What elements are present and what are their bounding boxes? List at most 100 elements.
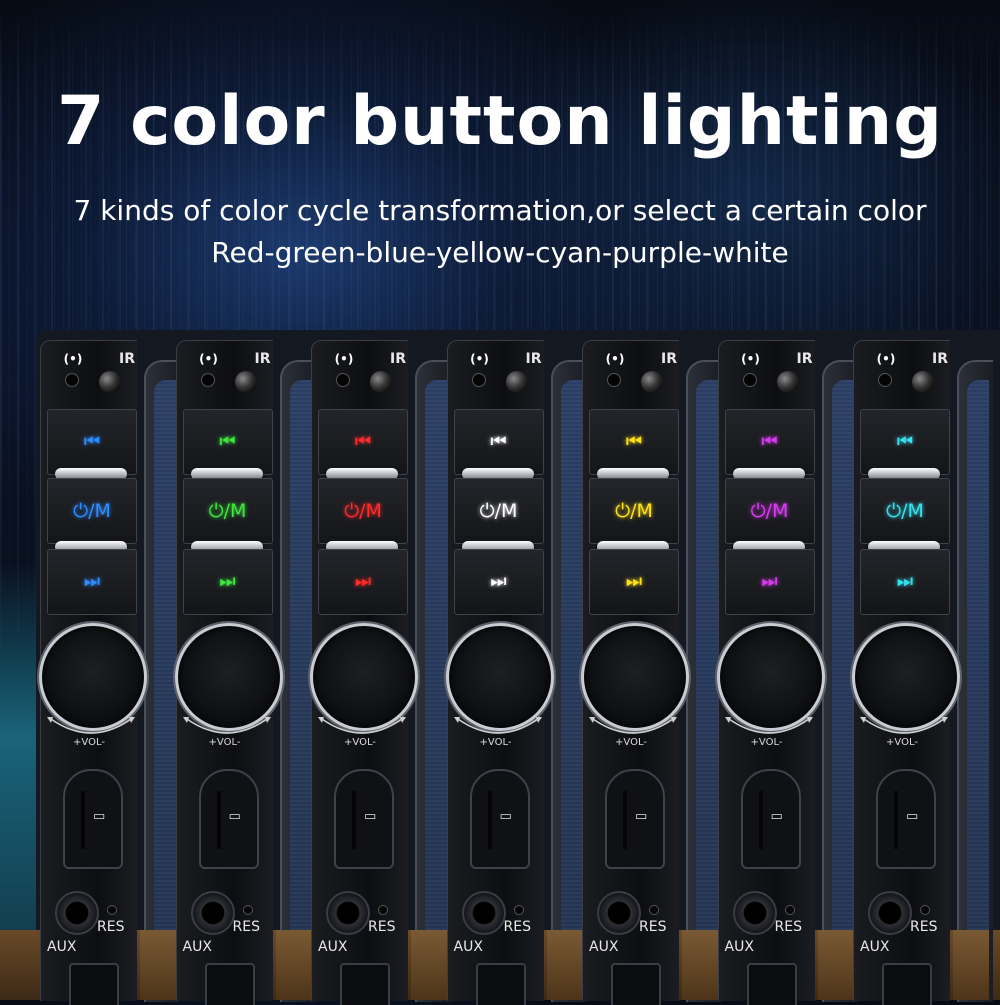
headline-subtitle: 7 kinds of color cycle transformation,or…: [73, 194, 927, 227]
aux-input-jack[interactable]: [868, 891, 912, 935]
panel-bezel: (•) IR ⏮ ⏻/M ⏭ +VOL- ▭ RES AUX: [581, 340, 689, 1005]
previous-track-icon: ⏮: [625, 431, 643, 452]
reset-button[interactable]: [649, 905, 659, 915]
next-track-button[interactable]: ⏭: [589, 549, 679, 615]
usb-port[interactable]: [69, 963, 119, 1005]
speaker-grille: [154, 380, 176, 970]
sd-card-slot[interactable]: ▭: [198, 769, 259, 869]
sd-card-slot[interactable]: ▭: [876, 769, 936, 869]
speaker-grille: [696, 380, 718, 970]
panel-bezel: (•) IR ⏮ ⏻/M ⏭ +VOL- ▭ RES AUX: [39, 340, 147, 1005]
reset-button[interactable]: [920, 905, 930, 915]
previous-track-button[interactable]: ⏮: [589, 409, 679, 475]
reset-label: RES: [232, 919, 260, 935]
power-mode-label: ⏻/M: [208, 500, 247, 522]
power-mode-label: ⏻/M: [750, 500, 789, 522]
usb-port[interactable]: [882, 963, 932, 1005]
next-track-icon: ⏭: [83, 571, 101, 592]
aux-input-jack[interactable]: [597, 891, 641, 935]
control-panel: (•) IR ⏮ ⏻/M ⏭ +VOL- ▭ RES AUX: [852, 340, 993, 1005]
sd-slot-opening: [758, 791, 763, 849]
sd-slot-opening: [81, 791, 85, 849]
control-panel: (•) IR ⏮ ⏻/M ⏭ +VOL- ▭ RES AUX: [174, 340, 316, 1005]
previous-track-button[interactable]: ⏮: [724, 409, 815, 475]
next-track-button[interactable]: ⏭: [47, 549, 137, 615]
color-sequence: Red-green-blue-yellow-cyan-purple-white: [211, 236, 789, 269]
next-track-button[interactable]: ⏭: [182, 549, 273, 615]
usb-port[interactable]: [475, 963, 526, 1005]
indicator-led: [878, 373, 892, 387]
wood-base: [275, 930, 312, 1000]
signal-icon: (•): [876, 352, 896, 366]
wood-base: [546, 930, 583, 1000]
sd-card-slot[interactable]: ▭: [605, 769, 665, 869]
sd-card-icon: ▭: [93, 809, 106, 824]
wood-base: [411, 930, 447, 1000]
next-track-icon: ⏭: [490, 571, 507, 592]
next-track-button[interactable]: ⏭: [860, 549, 950, 615]
next-track-button[interactable]: ⏭: [453, 549, 544, 615]
signal-icon: (•): [605, 352, 625, 366]
reset-button[interactable]: [378, 905, 388, 915]
reset-label: RES: [910, 919, 938, 935]
previous-track-button[interactable]: ⏮: [47, 409, 137, 475]
panel-bezel: (•) IR ⏮ ⏻/M ⏭ +VOL- ▭ RES AUX: [174, 340, 283, 1005]
power-mode-button[interactable]: ⏻/M: [860, 478, 950, 544]
previous-track-icon: ⏮: [490, 431, 507, 452]
indicator-led: [471, 373, 486, 387]
usb-port[interactable]: [340, 963, 390, 1005]
previous-track-button[interactable]: ⏮: [318, 409, 408, 475]
sd-card-slot[interactable]: ▭: [740, 769, 801, 869]
next-track-icon: ⏭: [219, 571, 236, 592]
sd-card-slot[interactable]: ▭: [469, 769, 530, 869]
sd-slot-opening: [216, 791, 221, 849]
sd-card-icon: ▭: [770, 809, 783, 824]
wood-base: [140, 930, 176, 1000]
reset-button[interactable]: [784, 905, 795, 915]
aux-label: AUX: [182, 939, 212, 955]
power-mode-button[interactable]: ⏻/M: [182, 478, 273, 544]
previous-track-button[interactable]: ⏮: [182, 409, 273, 475]
volume-label: +VOL-: [615, 737, 647, 748]
sd-card-slot[interactable]: ▭: [334, 769, 394, 869]
ir-sensor: [370, 371, 392, 393]
reset-button[interactable]: [242, 905, 253, 915]
power-mode-button[interactable]: ⏻/M: [47, 478, 137, 544]
reset-label: RES: [774, 919, 802, 935]
next-track-button[interactable]: ⏭: [724, 549, 815, 615]
panel-bezel: (•) IR ⏮ ⏻/M ⏭ +VOL- ▭ RES AUX: [716, 340, 825, 1005]
power-mode-button[interactable]: ⏻/M: [318, 478, 408, 544]
power-mode-label: ⏻/M: [886, 500, 924, 522]
aux-input-jack[interactable]: [326, 891, 370, 935]
speaker-grille: [831, 380, 854, 970]
indicator-led: [607, 373, 621, 387]
previous-track-button[interactable]: ⏮: [860, 409, 950, 475]
sd-slot-opening: [623, 791, 627, 849]
speaker-grille: [560, 380, 583, 970]
power-mode-label: ⏻/M: [615, 500, 653, 522]
next-track-button[interactable]: ⏭: [318, 549, 408, 615]
reset-button[interactable]: [107, 905, 117, 915]
sd-card-slot[interactable]: ▭: [63, 769, 123, 869]
power-mode-button[interactable]: ⏻/M: [589, 478, 679, 544]
power-mode-button[interactable]: ⏻/M: [453, 478, 544, 544]
usb-port[interactable]: [204, 963, 255, 1005]
control-panel: (•) IR ⏮ ⏻/M ⏭ +VOL- ▭ RES AUX: [716, 340, 858, 1005]
usb-port[interactable]: [611, 963, 661, 1005]
aux-label: AUX: [453, 939, 483, 955]
aux-input-jack[interactable]: [190, 891, 235, 935]
wood-base: [817, 930, 854, 1000]
power-mode-label: ⏻/M: [479, 500, 518, 522]
power-mode-button[interactable]: ⏻/M: [724, 478, 815, 544]
sd-slot-opening: [352, 791, 356, 849]
aux-input-jack[interactable]: [55, 891, 99, 935]
reset-button[interactable]: [513, 905, 524, 915]
previous-track-button[interactable]: ⏮: [453, 409, 544, 475]
aux-input-jack[interactable]: [732, 891, 777, 935]
speaker-grille: [425, 380, 447, 970]
usb-port[interactable]: [746, 963, 797, 1005]
control-panel: (•) IR ⏮ ⏻/M ⏭ +VOL- ▭ RES AUX: [445, 340, 587, 1005]
aux-input-jack[interactable]: [461, 891, 506, 935]
ir-sensor: [776, 371, 799, 393]
next-track-icon: ⏭: [896, 571, 914, 592]
